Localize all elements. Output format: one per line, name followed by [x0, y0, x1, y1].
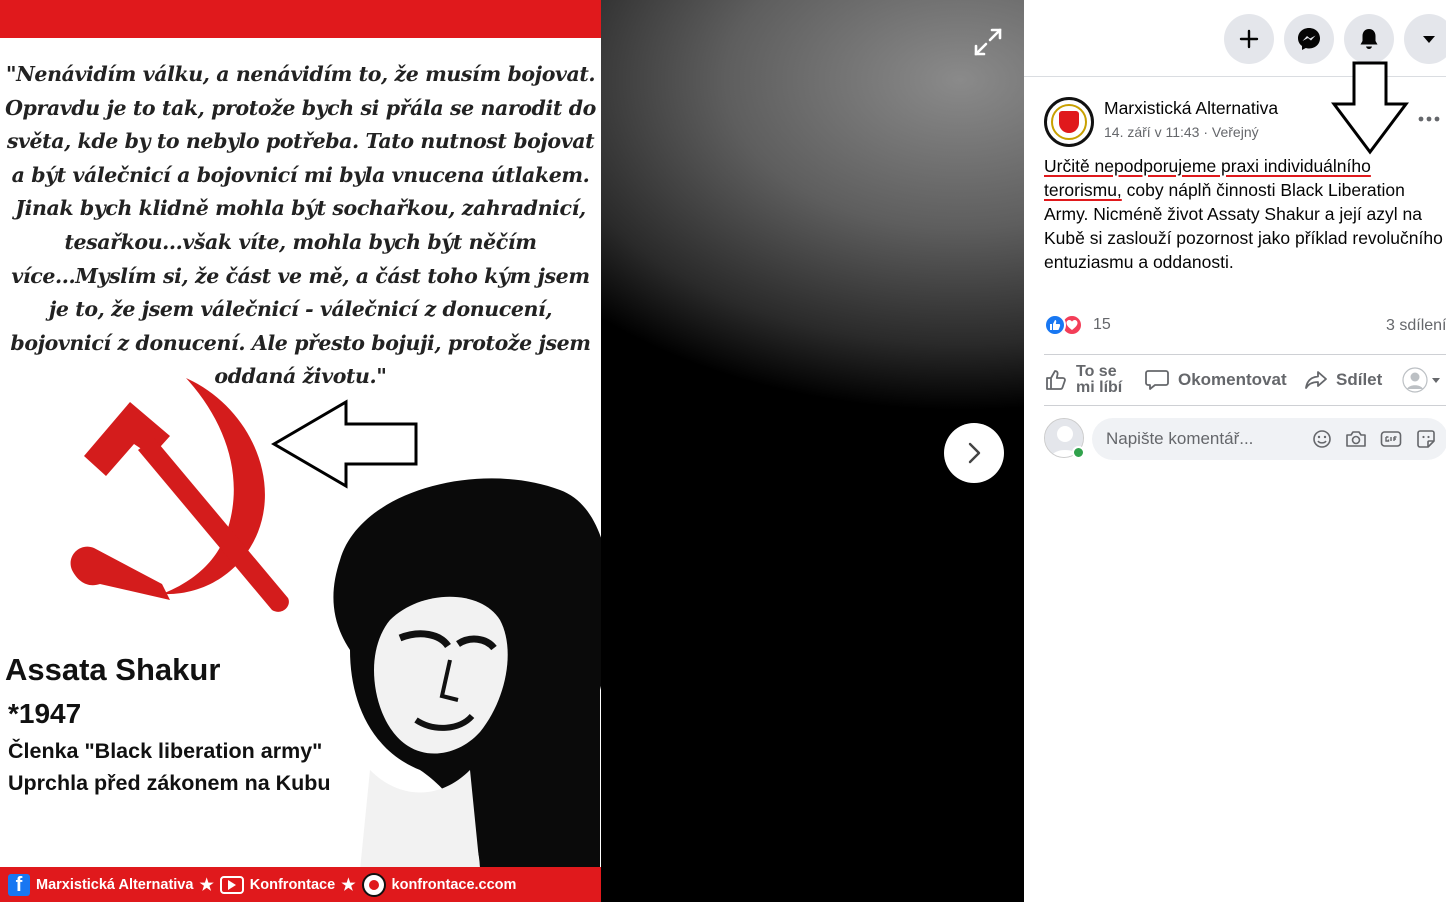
- star-icon: ★: [341, 876, 356, 894]
- thumbs-up-icon: [1046, 370, 1066, 390]
- reaction-count: 15: [1093, 316, 1111, 333]
- notifications-button[interactable]: [1344, 14, 1394, 64]
- share-icon: [1305, 371, 1327, 389]
- like-reaction-icon: [1044, 314, 1066, 336]
- online-status-dot: [1072, 446, 1085, 459]
- avatar-caret-icon: [1402, 367, 1440, 393]
- post-text: Určitě nepodporujeme praxi individuálníh…: [1044, 154, 1446, 274]
- page-avatar[interactable]: [1044, 97, 1094, 147]
- sticker-icon[interactable]: [1415, 428, 1437, 450]
- gif-icon[interactable]: [1380, 428, 1402, 450]
- chevron-right-icon: [968, 442, 981, 464]
- facebook-icon: f: [8, 873, 30, 896]
- emoji-icon[interactable]: [1311, 428, 1333, 450]
- plus-icon: [1239, 29, 1259, 49]
- account-menu-button[interactable]: [1404, 14, 1446, 64]
- poster-fled-text: Uprchla před zákonem na Kubu: [8, 771, 331, 795]
- post-timestamp[interactable]: 14. září v 11:43 · Veřejný: [1104, 124, 1259, 140]
- create-button[interactable]: [1224, 14, 1274, 64]
- poster-top-bar: [0, 0, 601, 38]
- more-dots-icon: [1418, 116, 1440, 122]
- footer-youtube-label: Konfrontace: [249, 876, 336, 893]
- like-label-line-2: mi líbí: [1076, 379, 1123, 396]
- post-panel: Marxistická Alternativa 14. září v 11:43…: [1024, 0, 1446, 902]
- poster-birth-year: *1947: [8, 698, 82, 729]
- photo-viewer: "Nenávidím válku, a nenávidím to, že mus…: [0, 0, 1024, 902]
- expand-button[interactable]: [970, 24, 1006, 60]
- footer-website-label: konfrontace.ccom: [391, 876, 517, 893]
- highlighted-text: terorismu,: [1044, 180, 1122, 200]
- footer-facebook-label: Marxistická Alternativa: [36, 876, 194, 893]
- annotation-arrow-down-icon: [1331, 61, 1409, 155]
- comment-input[interactable]: [1106, 418, 1296, 460]
- next-photo-button[interactable]: [944, 423, 1004, 483]
- post-image[interactable]: "Nenávidím válku, a nenávidím to, že mus…: [0, 0, 601, 902]
- poster-name: Assata Shakur: [5, 652, 221, 687]
- comment-icon: [1145, 370, 1169, 390]
- share-count[interactable]: 3 sdílení: [1386, 317, 1446, 335]
- portrait-image-icon: [333, 478, 601, 870]
- star-icon: ★: [199, 876, 214, 894]
- comment-composer: [1092, 418, 1446, 460]
- reactions-summary[interactable]: 15: [1044, 314, 1111, 336]
- comment-as-selector[interactable]: [1402, 355, 1446, 405]
- website-logo-icon: [361, 872, 386, 897]
- caret-down-icon: [1423, 36, 1435, 43]
- post-actions-bar: To se mi líbí Okomentovat Sdílet: [1044, 354, 1446, 406]
- hammer-and-sickle-icon: [70, 378, 289, 612]
- camera-icon[interactable]: [1345, 428, 1367, 450]
- comment-label: Okomentovat: [1178, 370, 1287, 389]
- page-name-link[interactable]: Marxistická Alternativa: [1104, 98, 1278, 119]
- share-label: Sdílet: [1336, 370, 1383, 389]
- messenger-icon: [1298, 28, 1320, 50]
- poster-membership: Členka "Black liberation army": [8, 739, 323, 763]
- poster-footer: f Marxistická Alternativa ★ Konfrontace …: [0, 867, 601, 902]
- comment-button[interactable]: Okomentovat: [1144, 355, 1287, 405]
- highlighted-text: Určitě nepodporujeme praxi individuálníh…: [1044, 156, 1371, 176]
- like-button[interactable]: To se mi líbí: [1044, 355, 1122, 405]
- messenger-button[interactable]: [1284, 14, 1334, 64]
- youtube-icon: [219, 875, 244, 894]
- like-label-line-1: To se: [1076, 363, 1117, 380]
- poster-quote: "Nenávidím válku, a nenávidím to, že mus…: [5, 62, 596, 389]
- share-button[interactable]: Sdílet: [1304, 355, 1382, 405]
- post-options-button[interactable]: [1416, 106, 1442, 132]
- bell-icon: [1360, 29, 1378, 49]
- expand-icon: [974, 28, 1002, 56]
